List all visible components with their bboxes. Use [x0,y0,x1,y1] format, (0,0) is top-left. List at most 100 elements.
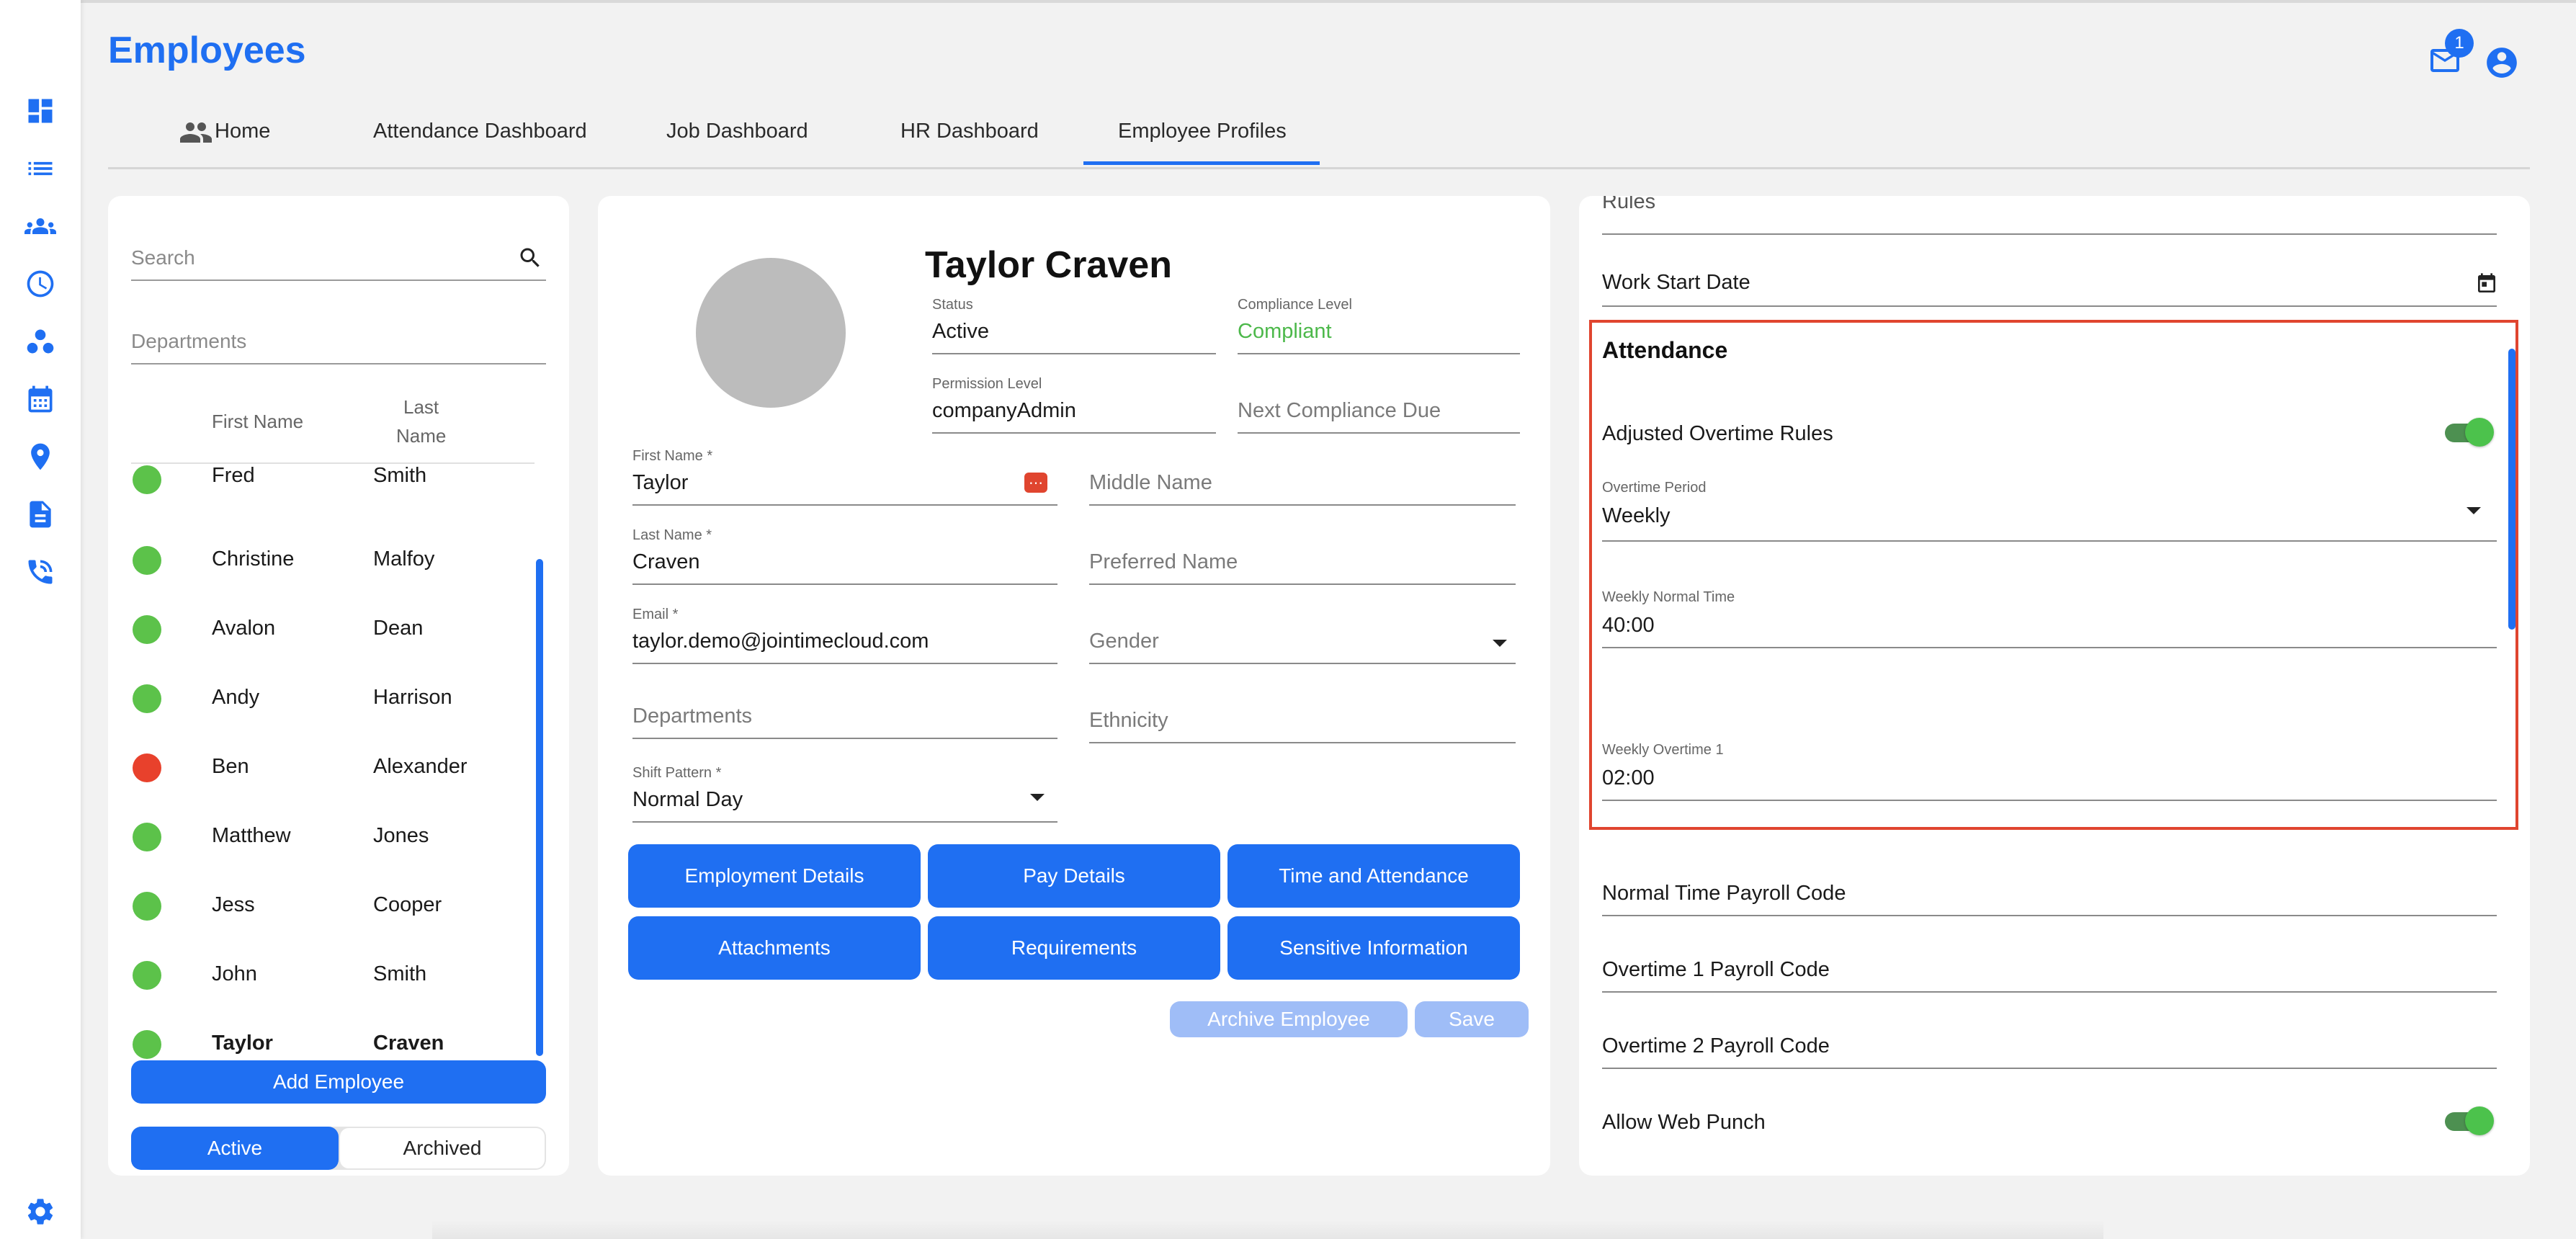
tab-hr-dashboard[interactable]: HR Dashboard [900,120,1039,143]
last-name-input[interactable]: Craven [632,550,700,574]
rules-field-partial[interactable]: Rules [1602,196,1655,214]
table-row[interactable]: Fred Smith [108,464,526,511]
profile-panel: Taylor Craven Status Active Compliance L… [598,196,1550,1176]
weekly-normal-input[interactable]: 40:00 [1602,614,1655,638]
people-icon [179,115,213,150]
requirements-button[interactable]: Requirements [928,916,1220,980]
page-title: Employees [108,30,306,71]
departments-underline [632,738,1057,739]
first-name-input[interactable]: Taylor [632,471,688,495]
status-dot [133,823,161,851]
archived-toggle-button[interactable]: Archived [340,1128,545,1168]
search-icon[interactable] [517,245,543,271]
attendance-highlight-box [1589,320,2518,830]
weekly-overtime1-label: Weekly Overtime 1 [1602,742,1724,758]
gender-dropdown-icon[interactable] [1493,640,1507,647]
calendar-picker-icon[interactable] [2475,272,2498,295]
attachments-button[interactable]: Attachments [628,916,921,980]
tab-home[interactable]: Home [215,120,270,143]
compliance-underline [1238,353,1520,354]
time-and-attendance-button[interactable]: Time and Attendance [1227,844,1520,908]
tab-attendance-dashboard[interactable]: Attendance Dashboard [373,120,587,143]
tab-employee-profiles[interactable]: Employee Profiles [1118,120,1287,143]
shift-pattern-select[interactable]: Normal Day [632,788,743,812]
last-name-cell: Craven [373,1032,444,1055]
overtime-period-dropdown-icon[interactable] [2467,507,2481,514]
first-name-underline [632,504,1057,506]
normal-payroll-code-field[interactable]: Normal Time Payroll Code [1602,882,1846,905]
compliance-value[interactable]: Compliant [1238,320,1332,344]
settings-panel: Rules Work Start Date Attendance Adjuste… [1579,196,2530,1176]
table-row[interactable]: Christine Malfoy [108,540,526,581]
overtime-period-select[interactable]: Weekly [1602,504,1671,528]
ethnicity-field[interactable]: Ethnicity [1089,709,1168,733]
last-name-cell: Smith [373,962,427,985]
column-header-last-name-2[interactable]: Name [396,425,446,447]
dashboard-icon[interactable] [24,95,56,127]
list-scrollbar[interactable] [536,559,543,1056]
phone-forward-icon[interactable] [24,556,56,588]
table-row[interactable]: Ben Alexander [108,748,526,788]
pay-details-button[interactable]: Pay Details [928,844,1220,908]
last-name-cell: Cooper [373,893,442,916]
middle-name-field[interactable]: Middle Name [1089,471,1212,495]
list-icon[interactable] [24,153,56,184]
sensitive-information-button[interactable]: Sensitive Information [1227,916,1520,980]
weekly-overtime1-input[interactable]: 02:00 [1602,766,1655,790]
password-manager-icon[interactable]: ⋯ [1024,473,1047,493]
people-group-icon[interactable] [24,210,56,242]
departments-field[interactable]: Departments [632,705,752,728]
first-name-cell: Taylor [212,1032,273,1055]
toggle-knob [2465,1106,2494,1135]
workspaces-icon[interactable] [24,326,56,357]
active-toggle-button[interactable]: Active [131,1127,339,1170]
last-name-label: Last Name * [632,527,712,543]
calendar-icon[interactable] [24,383,56,415]
preferred-name-field[interactable]: Preferred Name [1089,550,1238,574]
gender-select[interactable]: Gender [1089,630,1159,653]
nav-rail [0,0,81,1239]
table-row[interactable]: Jess Cooper [108,886,526,926]
status-value[interactable]: Active [932,320,989,344]
departments-filter[interactable]: Departments [131,320,546,364]
add-employee-button[interactable]: Add Employee [131,1060,546,1104]
allow-web-punch-toggle[interactable] [2442,1105,2495,1137]
permission-value[interactable]: companyAdmin [932,399,1076,423]
column-header-first-name[interactable]: First Name [212,411,303,433]
table-row[interactable]: Avalon Dean [108,609,526,650]
clock-icon[interactable] [24,268,56,300]
save-button[interactable]: Save [1415,1001,1529,1037]
ot2-payroll-code-field[interactable]: Overtime 2 Payroll Code [1602,1034,1830,1058]
shift-dropdown-icon[interactable] [1030,794,1045,801]
overtime-period-underline [1602,540,2497,542]
document-icon[interactable] [24,498,56,530]
attendance-scrollbar[interactable] [2508,349,2515,630]
first-name-cell: Christine [212,547,295,571]
column-header-last-name-1[interactable]: Last [403,396,439,419]
adjusted-overtime-toggle[interactable] [2442,416,2495,448]
table-row[interactable]: Taylor Craven [108,1024,526,1065]
ot1-payroll-code-field[interactable]: Overtime 1 Payroll Code [1602,958,1830,982]
tab-job-dashboard[interactable]: Job Dashboard [666,120,808,143]
work-start-date-field[interactable]: Work Start Date [1602,271,1750,295]
email-input[interactable]: taylor.demo@jointimecloud.com [632,630,929,653]
employee-name: Taylor Craven [925,244,1172,286]
gender-underline [1089,663,1516,664]
normal-payroll-underline [1602,915,2497,916]
avatar[interactable] [696,258,846,408]
archive-employee-button[interactable]: Archive Employee [1170,1001,1408,1037]
table-row[interactable]: John Smith [108,955,526,996]
email-underline [632,663,1057,664]
shift-pattern-label: Shift Pattern * [632,765,722,781]
next-compliance-field[interactable]: Next Compliance Due [1238,399,1441,423]
table-row[interactable]: Andy Harrison [108,679,526,719]
preferred-name-underline [1089,583,1516,585]
gear-icon[interactable] [24,1196,56,1227]
search-input[interactable]: Search [131,236,546,281]
last-name-cell: Smith [373,464,427,487]
account-icon[interactable] [2484,45,2520,81]
location-icon[interactable] [24,441,56,473]
table-row[interactable]: Matthew Jones [108,817,526,857]
compliance-label: Compliance Level [1238,297,1352,313]
employment-details-button[interactable]: Employment Details [628,844,921,908]
